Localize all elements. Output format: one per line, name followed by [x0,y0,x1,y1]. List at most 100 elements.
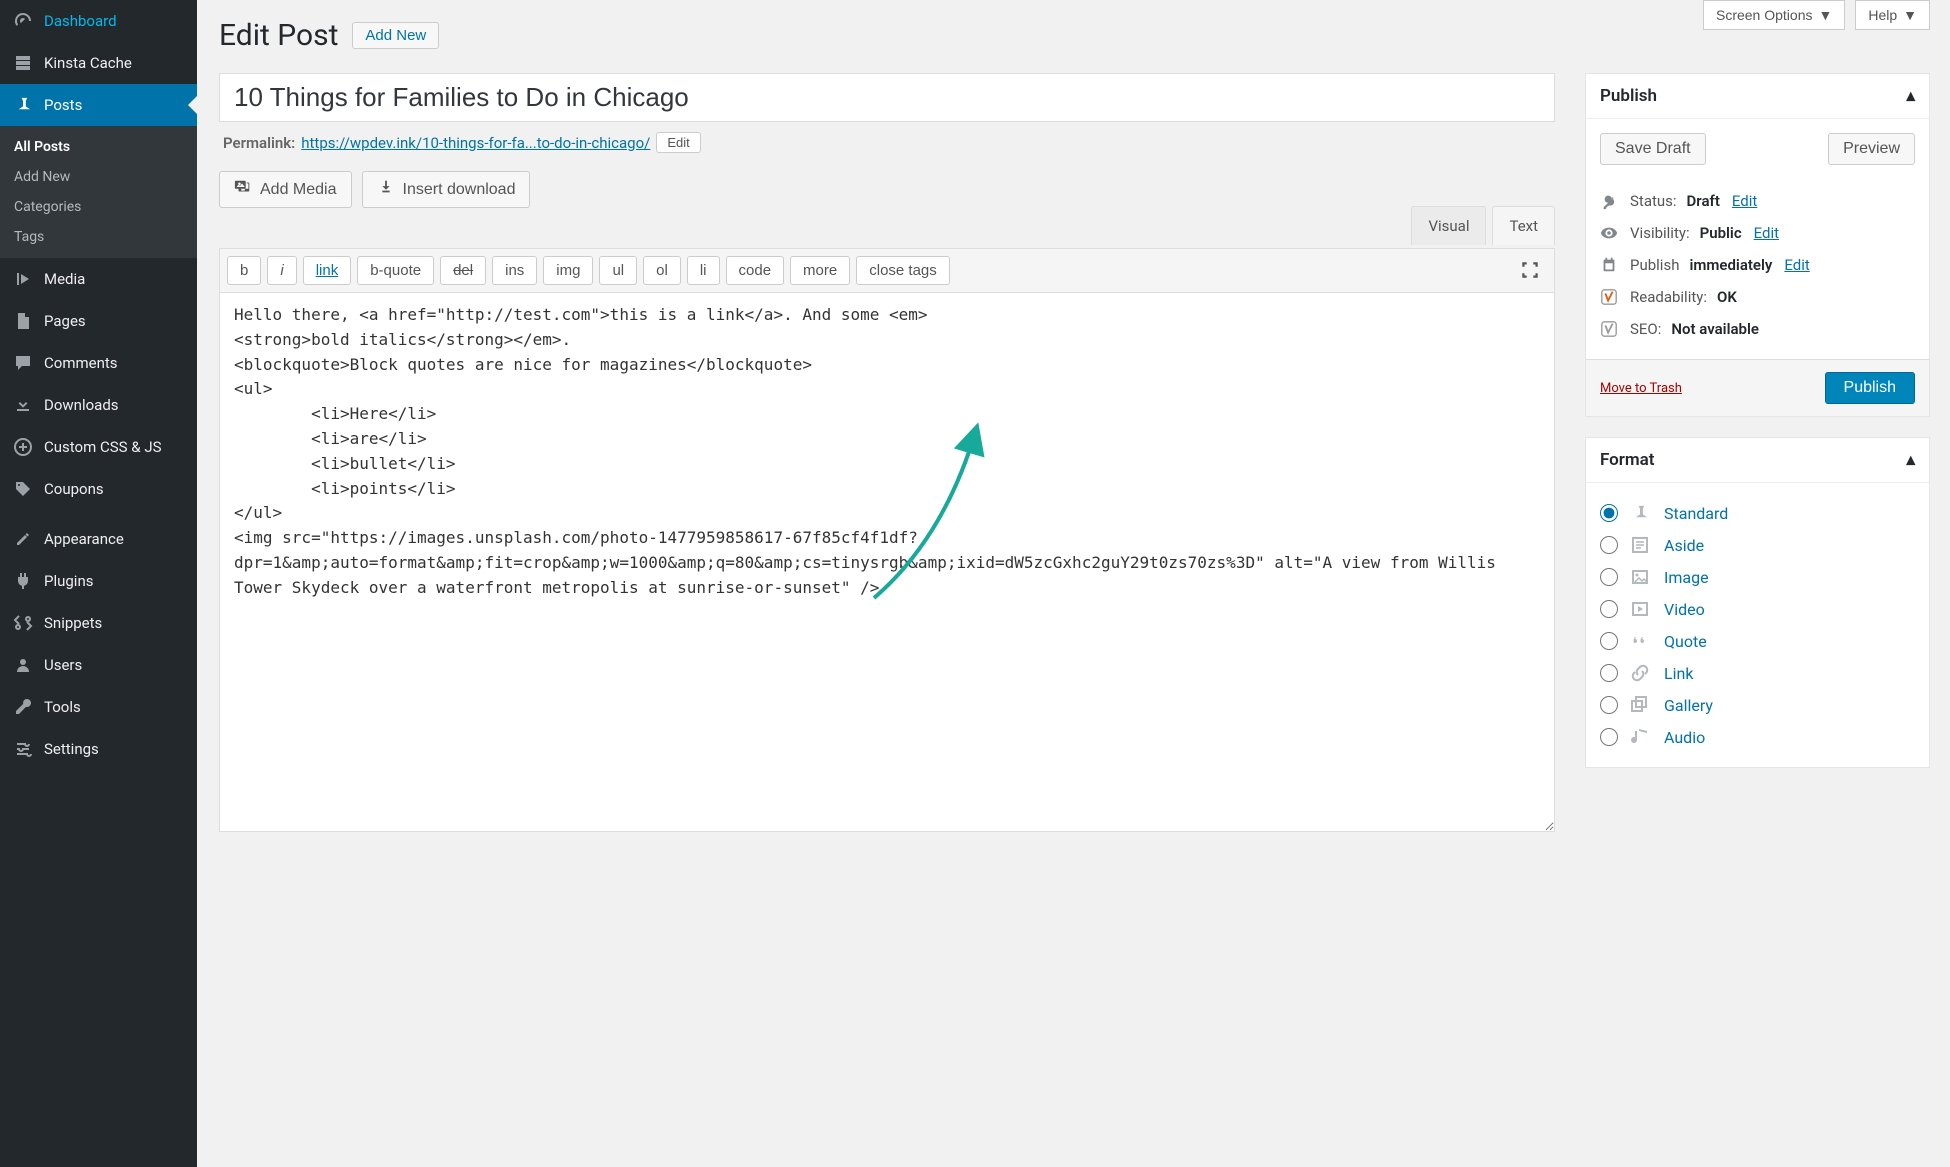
toolbar-ins-button[interactable]: ins [492,256,537,285]
format-radio-image[interactable] [1600,568,1618,586]
move-to-trash-link[interactable]: Move to Trash [1600,381,1682,396]
sidebar-item-posts[interactable]: Posts [0,84,197,126]
format-radio-standard[interactable] [1600,504,1618,522]
toolbar-li-button[interactable]: li [687,256,720,285]
format-radio-video[interactable] [1600,600,1618,618]
status-row: Status: Draft Edit [1600,185,1915,217]
add-new-post-button[interactable]: Add New [352,22,439,49]
format-option-gallery[interactable]: Gallery [1600,689,1915,721]
text-editor-toolbar: bilinkb-quotedelinsimgulollicodemoreclos… [219,248,1555,292]
sidebar-item-kinsta-cache[interactable]: Kinsta Cache [0,42,197,84]
toolbar-b-button[interactable]: b [227,256,261,285]
dashboard-icon [12,10,34,32]
format-box-title: Format [1600,450,1655,470]
sidebar-subitem-all-posts[interactable]: All Posts [0,132,197,162]
sidebar-item-comments[interactable]: Comments [0,342,197,384]
caret-up-icon: ▴ [1906,450,1915,470]
sidebar-item-users[interactable]: Users [0,644,197,686]
sidebar-item-plugins[interactable]: Plugins [0,560,197,602]
fullscreen-icon[interactable] [1519,259,1543,283]
publish-button[interactable]: Publish [1825,372,1915,404]
insert-download-label: Insert download [403,181,516,199]
help-button[interactable]: Help ▼ [1855,0,1930,30]
cache-icon [12,52,34,74]
toolbar-ul-button[interactable]: ul [599,256,637,285]
format-option-aside[interactable]: Aside [1600,529,1915,561]
readability-label: Readability: [1630,288,1707,306]
toolbar-img-button[interactable]: img [543,256,593,285]
toolbar-close-tags-button[interactable]: close tags [856,256,950,285]
sidebar-item-label: Downloads [44,396,119,414]
toolbar-i-button[interactable]: i [267,256,296,285]
sidebar-item-media[interactable]: Media [0,258,197,300]
screen-meta-links: Screen Options ▼ Help ▼ [1703,0,1930,30]
sidebar-item-label: Kinsta Cache [44,54,132,72]
add-media-label: Add Media [260,181,337,199]
sidebar-item-label: Appearance [44,530,124,548]
post-content-textarea[interactable] [219,292,1555,832]
toolbar-ol-button[interactable]: ol [643,256,681,285]
sidebar-item-downloads[interactable]: Downloads [0,384,197,426]
audio-format-icon [1630,727,1652,747]
format-radio-aside[interactable] [1600,536,1618,554]
sidebar-item-settings[interactable]: Settings [0,728,197,770]
format-label: Image [1664,568,1709,587]
toolbar-code-button[interactable]: code [726,256,785,285]
image-format-icon [1630,567,1652,587]
format-radio-quote[interactable] [1600,632,1618,650]
toolbar-more-button[interactable]: more [790,256,850,285]
add-media-button[interactable]: Add Media [219,171,352,208]
screen-options-button[interactable]: Screen Options ▼ [1703,0,1845,30]
seo-value: Not available [1671,320,1759,338]
preview-button[interactable]: Preview [1828,133,1915,165]
format-option-audio[interactable]: Audio [1600,721,1915,753]
sidebar-item-appearance[interactable]: Appearance [0,518,197,560]
format-label: Video [1664,600,1705,619]
status-edit-link[interactable]: Edit [1732,192,1757,210]
sidebar-subitem-add-new[interactable]: Add New [0,162,197,192]
toolbar-b-quote-button[interactable]: b-quote [357,256,434,285]
sidebar-item-custom-css-js[interactable]: Custom CSS & JS [0,426,197,468]
video-format-icon [1630,599,1652,619]
sidebar-subitem-categories[interactable]: Categories [0,192,197,222]
main-content: Screen Options ▼ Help ▼ Edit Post Add Ne… [197,0,1950,1167]
save-draft-button[interactable]: Save Draft [1600,133,1706,165]
editor-wrap: Visual Text bilinkb-quotedelinsimgulolli… [219,248,1555,836]
format-label: Audio [1664,728,1705,747]
sidebar-item-coupons[interactable]: Coupons [0,468,197,510]
format-option-video[interactable]: Video [1600,593,1915,625]
sidebar-item-dashboard[interactable]: Dashboard [0,0,197,42]
post-title-input[interactable] [219,73,1555,122]
plus-icon [12,436,34,458]
toolbar-del-button[interactable]: del [440,256,486,285]
seo-row: SEO: Not available [1600,313,1915,345]
publish-box: Publish ▴ Save Draft Preview Status: Dra… [1585,73,1930,417]
sidebar-item-snippets[interactable]: Snippets [0,602,197,644]
schedule-edit-link[interactable]: Edit [1784,256,1809,274]
visibility-edit-link[interactable]: Edit [1754,224,1779,242]
format-option-quote[interactable]: Quote [1600,625,1915,657]
tab-text[interactable]: Text [1492,206,1555,245]
publish-actions: Move to Trash Publish [1586,359,1929,416]
publish-box-header[interactable]: Publish ▴ [1586,74,1929,119]
permalink-edit-button[interactable]: Edit [656,132,700,153]
sidebar-item-label: Comments [44,354,118,372]
sidebar-item-label: Plugins [44,572,93,590]
readability-row: Readability: OK [1600,281,1915,313]
tab-visual[interactable]: Visual [1411,206,1486,245]
permalink-link[interactable]: https://wpdev.ink/10-things-for-fa...to-… [301,134,650,152]
format-option-standard[interactable]: Standard [1600,497,1915,529]
format-box-header[interactable]: Format ▴ [1586,438,1929,483]
sidebar-item-tools[interactable]: Tools [0,686,197,728]
sidebar-subitem-tags[interactable]: Tags [0,222,197,252]
admin-sidebar: Dashboard Kinsta Cache Posts All PostsAdd N… [0,0,197,1167]
format-option-image[interactable]: Image [1600,561,1915,593]
format-radio-link[interactable] [1600,664,1618,682]
sidebar-item-pages[interactable]: Pages [0,300,197,342]
format-radio-audio[interactable] [1600,728,1618,746]
format-option-link[interactable]: Link [1600,657,1915,689]
toolbar-link-button[interactable]: link [303,256,352,285]
insert-download-button[interactable]: Insert download [362,171,531,208]
format-radio-gallery[interactable] [1600,696,1618,714]
downloads-icon [12,394,34,416]
